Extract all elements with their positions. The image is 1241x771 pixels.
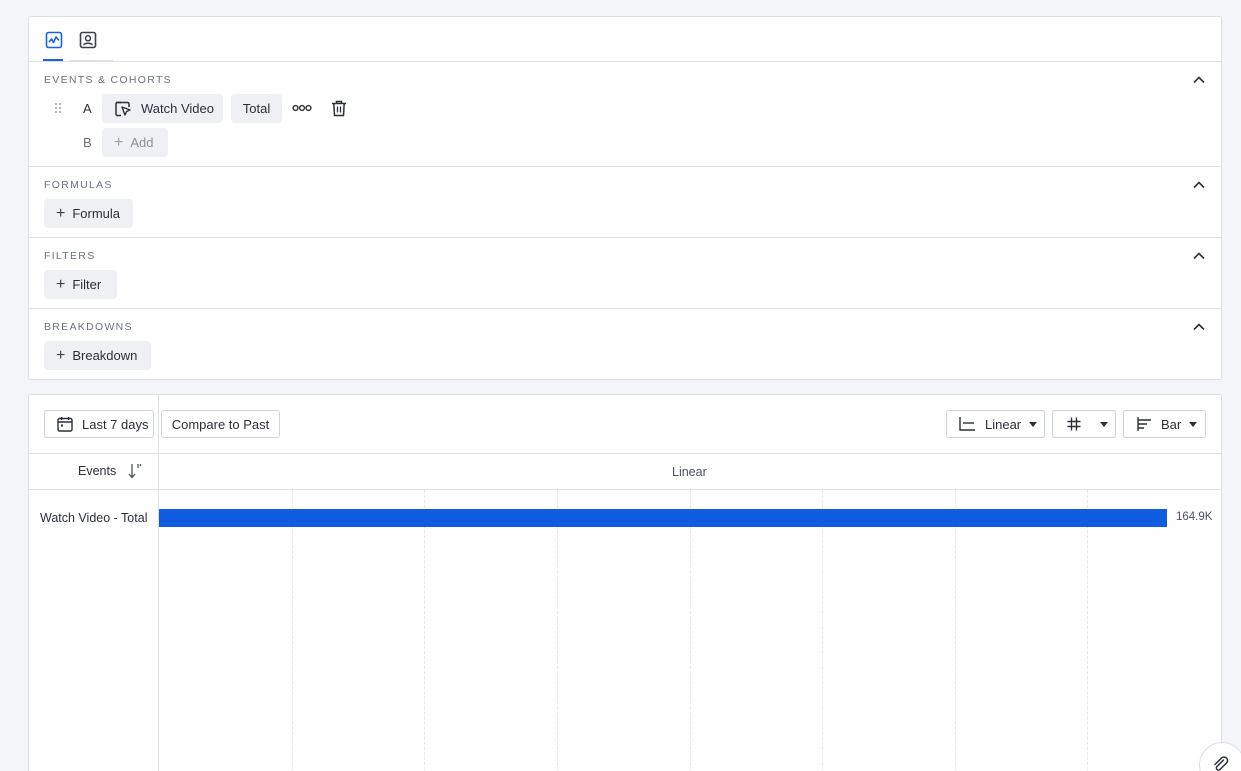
chevron-up-icon[interactable] <box>1191 319 1207 335</box>
caret-down-icon <box>1100 421 1108 427</box>
event-name: Watch Video <box>141 101 214 116</box>
chart-panel: Last 7 days Compare to Past Linear Bar E… <box>28 394 1222 771</box>
scale-label: Linear <box>985 416 1022 432</box>
chart-type-label: Bar <box>1161 416 1182 432</box>
bar-chart-icon <box>1137 417 1151 431</box>
grid-line <box>556 490 558 771</box>
delete-button[interactable] <box>330 99 348 117</box>
chart-toolbar: Last 7 days Compare to Past Linear Bar <box>29 395 1221 454</box>
section-title: FILTERS <box>44 250 96 262</box>
add-formula-label: Formula <box>72 206 121 221</box>
section-events-cohorts: EVENTS & COHORTS A Watch Video Total B +… <box>29 62 1221 167</box>
add-event-label: Add <box>130 135 154 150</box>
chevron-up-icon[interactable] <box>1191 177 1207 193</box>
add-filter-button[interactable]: + Filter <box>44 270 117 299</box>
caret-down-icon <box>1029 421 1038 427</box>
bar-value-label: 164.9K <box>1176 511 1213 523</box>
row-label: Watch Video - Total <box>40 511 148 525</box>
tab-cohorts[interactable] <box>77 29 99 51</box>
section-breakdowns: BREAKDOWNS + Breakdown <box>29 309 1221 380</box>
events-column-header[interactable]: Events <box>78 464 116 478</box>
caret-down-icon <box>1189 421 1198 427</box>
plus-icon: + <box>56 275 66 293</box>
add-formula-button[interactable]: + Formula <box>44 199 133 228</box>
active-tab-indicator <box>43 59 63 61</box>
trash-icon <box>332 100 346 116</box>
section-formulas: FORMULAS + Formula <box>29 167 1221 238</box>
section-title: BREAKDOWNS <box>44 321 133 333</box>
cohort-user-icon <box>79 31 97 49</box>
grid-line <box>291 490 293 771</box>
chart-bar[interactable] <box>159 509 1167 527</box>
section-filters: FILTERS + Filter <box>29 238 1221 309</box>
drag-handle-icon[interactable] <box>54 102 62 114</box>
query-tabs <box>29 17 1221 62</box>
chevron-up-icon[interactable] <box>1191 72 1207 88</box>
plus-icon: + <box>56 204 66 222</box>
grid-line <box>822 490 824 771</box>
date-range-label: Last 7 days <box>82 416 149 432</box>
add-breakdown-button[interactable]: + Breakdown <box>44 341 151 370</box>
event-selector[interactable]: Watch Video <box>102 94 223 123</box>
scale-dropdown[interactable]: Linear <box>946 410 1045 438</box>
tab-divider <box>69 60 113 61</box>
chevron-up-icon[interactable] <box>1191 248 1207 264</box>
grid-line <box>424 490 426 771</box>
sort-icon[interactable] <box>128 463 142 479</box>
grid-line <box>1087 490 1089 771</box>
more-icon <box>292 104 312 112</box>
plus-icon: + <box>56 346 66 364</box>
value-format-dropdown[interactable] <box>1052 410 1116 438</box>
row-letter-a: A <box>83 101 92 116</box>
grid-line <box>689 490 691 771</box>
query-builder-panel: EVENTS & COHORTS A Watch Video Total B +… <box>28 16 1222 380</box>
paperclip-icon <box>1214 756 1229 771</box>
plus-icon: + <box>114 133 124 151</box>
measure-selector[interactable]: Total <box>231 94 282 123</box>
calendar-icon <box>57 417 73 432</box>
add-filter-label: Filter <box>72 277 102 292</box>
table-header: Events Linear <box>29 454 1221 490</box>
measure-label: Total <box>242 101 271 116</box>
event-cursor-icon <box>115 101 131 116</box>
compare-button[interactable]: Compare to Past <box>161 410 280 438</box>
chart-type-dropdown[interactable]: Bar <box>1123 410 1206 438</box>
section-title: EVENTS & COHORTS <box>44 74 172 86</box>
line-chart-icon <box>45 31 63 49</box>
axis-icon <box>959 417 975 431</box>
axis-header: Linear <box>672 465 707 479</box>
add-breakdown-label: Breakdown <box>72 348 138 363</box>
grid-line <box>954 490 956 771</box>
add-event-button[interactable]: + Add <box>102 128 168 157</box>
row-letter-b: B <box>83 135 92 150</box>
more-options-button[interactable] <box>292 100 312 116</box>
hash-icon <box>1067 417 1081 431</box>
tab-insights[interactable] <box>43 29 65 51</box>
date-range-button[interactable]: Last 7 days <box>44 410 154 438</box>
column-divider <box>158 395 159 771</box>
section-title: FORMULAS <box>44 179 113 191</box>
compare-label: Compare to Past <box>171 416 270 432</box>
